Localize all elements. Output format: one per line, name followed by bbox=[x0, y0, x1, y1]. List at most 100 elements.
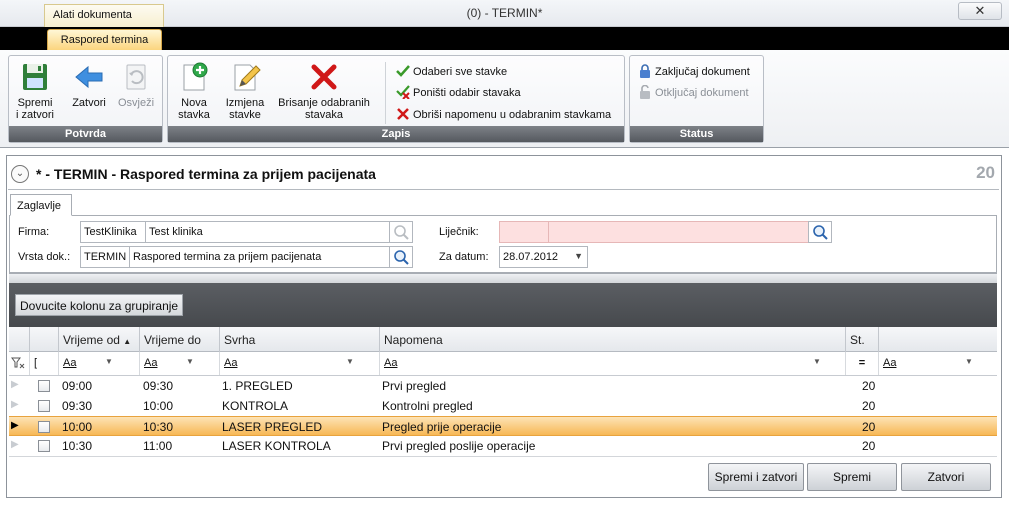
column-header-row: Vrijeme od ▲ Vrijeme do Svrha Napomena S… bbox=[9, 327, 997, 352]
column-napomena[interactable]: Napomena bbox=[379, 327, 845, 352]
save-close-footer-button[interactable]: Spremi i zatvori bbox=[708, 463, 804, 491]
firma-name-field[interactable]: Test klinika bbox=[145, 221, 390, 243]
za-datum-picker[interactable]: 28.07.2012 ▼ bbox=[499, 246, 588, 268]
za-datum-label: Za datum: bbox=[439, 251, 489, 263]
save-close-label: Spremi i zatvori bbox=[16, 97, 54, 121]
refresh-button[interactable]: Osvježi bbox=[113, 60, 159, 109]
clear-note-button[interactable]: Obriši napomenu u odabranim stavkama bbox=[396, 107, 611, 121]
table-row-selected[interactable]: ▶ 10:00 10:30 LASER PREGLED Pregled prij… bbox=[9, 416, 997, 436]
table-row[interactable]: ▶ 09:30 10:00 KONTROLA Kontrolni pregled… bbox=[9, 396, 997, 416]
close-footer-button[interactable]: Zatvori bbox=[901, 463, 991, 491]
vrsta-name-field[interactable]: Raspored termina za prijem pacijenata bbox=[129, 246, 390, 268]
column-st[interactable]: St. bbox=[845, 327, 878, 352]
row-indicator-icon: ▶ bbox=[11, 379, 19, 390]
header-form: Firma: TestKlinika Test klinika Vrsta do… bbox=[9, 215, 997, 273]
new-item-label: Nova stavka bbox=[178, 97, 210, 121]
cell-napomena: Kontrolni pregled bbox=[382, 399, 473, 413]
edit-item-button[interactable]: Izmjena stavke bbox=[222, 60, 268, 121]
lijecnik-name-field[interactable] bbox=[548, 221, 809, 243]
row-checkbox[interactable] bbox=[38, 440, 50, 452]
lock-icon bbox=[640, 64, 650, 78]
clear-note-label: Obriši napomenu u odabranim stavkama bbox=[413, 109, 612, 121]
window-close-button[interactable]: ✕ bbox=[958, 2, 1002, 20]
deselect-all-label: Poništi odabir stavaka bbox=[413, 87, 521, 99]
grid-bottom-border bbox=[9, 456, 997, 457]
column-st-label: St. bbox=[850, 333, 865, 347]
row-checkbox[interactable] bbox=[38, 421, 50, 433]
column-vrijeme-od[interactable]: Vrijeme od ▲ bbox=[58, 327, 139, 352]
splitter[interactable] bbox=[9, 273, 997, 283]
lijecnik-search-button[interactable] bbox=[808, 221, 832, 243]
select-header bbox=[29, 327, 58, 352]
save-close-button[interactable]: Spremi i zatvori bbox=[15, 60, 55, 121]
filter-napomena-glyph: Aa bbox=[384, 357, 398, 369]
filter-extra-glyph: Aa bbox=[883, 357, 897, 369]
table-row[interactable]: ▶ 10:30 11:00 LASER KONTROLA Prvi pregle… bbox=[9, 436, 997, 456]
filter-svrha-glyph: Aa bbox=[224, 357, 238, 369]
tab-raspored-termina[interactable]: Raspored termina bbox=[47, 29, 162, 51]
filter-vrijeme-od[interactable]: Aa ▼ bbox=[58, 352, 139, 375]
row-checkbox[interactable] bbox=[38, 400, 50, 412]
cell-svrha: LASER PREGLED bbox=[222, 420, 323, 434]
filter-clear-icon[interactable] bbox=[9, 352, 29, 375]
lijecnik-code-field[interactable] bbox=[499, 221, 549, 243]
deselect-all-button[interactable]: Poništi odabir stavaka bbox=[396, 85, 521, 99]
filter-extra[interactable]: Aa ▼ bbox=[878, 352, 997, 375]
unlock-document-button[interactable]: Otključaj dokument bbox=[638, 85, 749, 99]
ribbon-group-potvrda: Spremi i zatvori Zatvori Osvježi Potvrda bbox=[8, 55, 163, 143]
row-indicator-icon: ▶ bbox=[11, 439, 19, 450]
refresh-icon bbox=[126, 64, 146, 90]
column-extra[interactable] bbox=[878, 327, 997, 352]
column-napomena-label: Napomena bbox=[384, 333, 443, 347]
chevron-down-icon: ▼ bbox=[965, 357, 973, 366]
select-all-label: Odaberi sve stavke bbox=[413, 66, 508, 78]
save-close-icon bbox=[23, 64, 47, 90]
cell-st: 20 bbox=[862, 420, 876, 434]
table-row[interactable]: ▶ 09:00 09:30 1. PREGLED Prvi pregled 20 bbox=[9, 376, 997, 396]
close-button[interactable]: Zatvori bbox=[67, 60, 111, 109]
cell-st: 20 bbox=[862, 379, 876, 393]
group-label-status: Status bbox=[630, 126, 763, 142]
filter-vrijeme-do[interactable]: Aa ▼ bbox=[139, 352, 219, 375]
filter-napomena[interactable]: Aa ▼ bbox=[379, 352, 845, 375]
firma-search-button[interactable] bbox=[389, 221, 413, 243]
delete-selected-label: Brisanje odabranih stavaka bbox=[278, 97, 370, 121]
lock-document-button[interactable]: Zaključaj dokument bbox=[638, 64, 750, 78]
firma-code-field[interactable]: TestKlinika bbox=[80, 221, 146, 243]
cell-vrijeme-od: 09:30 bbox=[62, 399, 93, 413]
chevron-down-icon: ▼ bbox=[105, 357, 113, 366]
window-title: (0) - TERMIN* bbox=[466, 6, 543, 20]
filter-select-cell: [ bbox=[29, 352, 58, 375]
vrsta-search-button[interactable] bbox=[389, 246, 413, 268]
save-footer-button[interactable]: Spremi bbox=[807, 463, 897, 491]
filter-svrha[interactable]: Aa ▼ bbox=[219, 352, 379, 375]
group-label-zapis: Zapis bbox=[168, 126, 624, 142]
select-all-button[interactable]: Odaberi sve stavke bbox=[396, 64, 507, 78]
filter-row: [ Aa ▼ Aa ▼ Aa ▼ Aa ▼ = Aa ▼ bbox=[9, 352, 997, 376]
column-svrha[interactable]: Svrha bbox=[219, 327, 379, 352]
column-vrijeme-do[interactable]: Vrijeme do bbox=[139, 327, 219, 352]
indicator-header bbox=[9, 327, 29, 352]
cell-vrijeme-do: 10:00 bbox=[143, 399, 174, 413]
cell-svrha: LASER KONTROLA bbox=[222, 439, 331, 453]
cell-svrha: KONTROLA bbox=[222, 399, 289, 413]
search-icon bbox=[813, 225, 828, 240]
chevron-down-icon: ▼ bbox=[574, 251, 583, 261]
row-checkbox[interactable] bbox=[38, 380, 50, 392]
filter-st-equals[interactable]: = bbox=[845, 352, 878, 375]
lijecnik-label: Liječnik: bbox=[439, 226, 479, 238]
search-icon bbox=[394, 225, 409, 240]
delete-selected-button[interactable]: Brisanje odabranih stavaka bbox=[274, 60, 374, 121]
cell-svrha: 1. PREGLED bbox=[222, 379, 293, 393]
cell-vrijeme-od: 10:00 bbox=[62, 420, 93, 434]
collapse-chevron-icon[interactable]: ⌄ bbox=[11, 165, 29, 183]
document-title: * - TERMIN - Raspored termina za prijem … bbox=[36, 166, 376, 182]
vrsta-code-field[interactable]: TERMIN bbox=[80, 246, 130, 268]
new-item-button[interactable]: Nova stavka bbox=[174, 60, 214, 121]
cell-vrijeme-do: 11:00 bbox=[143, 439, 173, 453]
chevron-down-icon: ▼ bbox=[186, 357, 194, 366]
tab-zaglavlje[interactable]: Zaglavlje bbox=[10, 194, 72, 216]
sort-ascending-icon: ▲ bbox=[123, 337, 132, 346]
group-label-potvrda: Potvrda bbox=[9, 126, 162, 142]
check-icon bbox=[396, 65, 410, 77]
